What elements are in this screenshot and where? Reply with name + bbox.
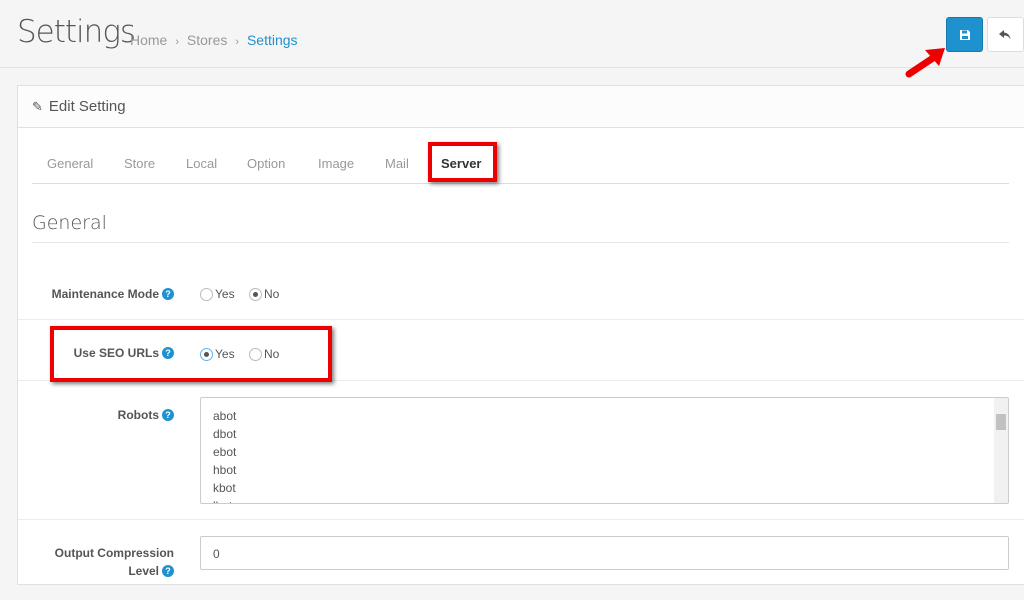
panel-heading: ✎ Edit Setting <box>18 86 1024 128</box>
help-icon[interactable]: ? <box>162 288 174 300</box>
floppy-disk-icon <box>959 29 970 40</box>
highlight-seo-urls <box>50 326 332 382</box>
maintenance-mode-row: Maintenance Mode? Yes No <box>18 241 1024 320</box>
robots-textarea[interactable]: abotdbotebothbotkbotlbot <box>200 397 1009 504</box>
breadcrumb: Home › Stores › Settings <box>130 32 298 48</box>
back-button[interactable] <box>987 17 1024 52</box>
output-compression-label: Output Compression Level? <box>54 546 174 578</box>
breadcrumb-settings[interactable]: Settings <box>247 32 298 48</box>
breadcrumb-stores[interactable]: Stores <box>187 32 227 48</box>
help-icon[interactable]: ? <box>162 565 174 577</box>
tab-general[interactable]: General <box>47 156 93 171</box>
settings-tabs: General Store Local Option Image Mail Se… <box>32 142 1009 184</box>
save-button[interactable] <box>946 17 983 52</box>
tab-local[interactable]: Local <box>186 156 217 171</box>
highlight-server-tab <box>428 142 497 182</box>
tab-image[interactable]: Image <box>318 156 354 171</box>
tab-option[interactable]: Option <box>247 156 285 171</box>
annotation-arrow <box>905 48 945 78</box>
page-header: Settings Home › Stores › Settings <box>0 0 1024 78</box>
page-title: Settings <box>17 14 136 50</box>
maintenance-yes-radio[interactable]: Yes <box>200 287 235 301</box>
help-icon[interactable]: ? <box>162 409 174 421</box>
reply-icon <box>999 29 1011 39</box>
section-legend: General <box>32 212 1009 243</box>
tab-store[interactable]: Store <box>124 156 155 171</box>
robots-label: Robots? <box>118 406 174 424</box>
maintenance-no-radio[interactable]: No <box>249 287 279 301</box>
output-compression-input[interactable]: 0 <box>200 536 1009 570</box>
pencil-icon: ✎ <box>32 99 43 114</box>
breadcrumb-home[interactable]: Home <box>130 32 167 48</box>
maintenance-mode-label: Maintenance Mode? <box>52 285 174 303</box>
output-compression-row: Output Compression Level? 0 <box>18 520 1024 600</box>
tab-mail[interactable]: Mail <box>385 156 409 171</box>
robots-row: Robots? abotdbotebothbotkbotlbot <box>18 381 1024 520</box>
textarea-scrollbar[interactable] <box>994 398 1008 503</box>
edit-setting-panel: ✎ Edit Setting General Store Local Option… <box>17 85 1024 585</box>
